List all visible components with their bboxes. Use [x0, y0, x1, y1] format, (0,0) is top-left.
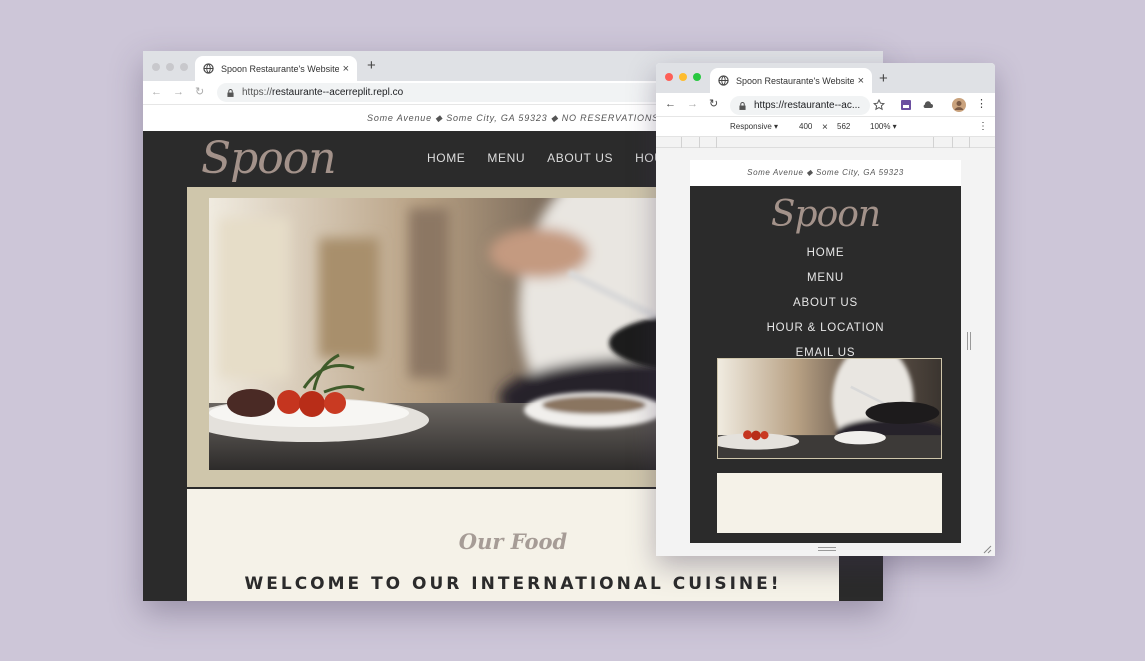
mobile-nav-home[interactable]: HOME [690, 241, 961, 266]
tab-strip: Spoon Restaurante's Website: × + [656, 63, 995, 93]
spoon-logo[interactable]: Spoon [201, 133, 337, 184]
minimize-window-button[interactable] [166, 63, 174, 71]
url-text: https://restaurante--ac... [754, 100, 861, 111]
bookmark-star-icon[interactable] [873, 99, 885, 111]
address-bar[interactable]: https://restaurante--ac... [730, 96, 870, 115]
back-icon[interactable]: ← [665, 98, 676, 110]
responsive-browser-window: Spoon Restaurante's Website: × + ← → ↻ h… [656, 63, 995, 556]
close-tab-icon[interactable]: × [858, 75, 864, 87]
mobile-website: Some Avenue ◆ Some City, GA 59323 Spoon … [690, 160, 961, 543]
reload-icon[interactable]: ↻ [195, 85, 204, 98]
browser-toolbar: ← → ↻ https://restaurante--ac... ⋮ [656, 93, 995, 117]
cloud-extension-icon[interactable] [922, 99, 934, 111]
url-host: restaurante--acerreplit.repl.co [272, 87, 404, 98]
mobile-nav-hour-location[interactable]: HOUR & LOCATION [690, 316, 961, 341]
forward-icon[interactable]: → [687, 98, 698, 110]
minimize-window-button[interactable] [679, 73, 687, 81]
viewport-width-input[interactable]: 400 [799, 122, 812, 131]
window-controls [152, 63, 188, 71]
reload-icon[interactable]: ↻ [709, 97, 718, 110]
nav-home[interactable]: HOME [427, 151, 465, 165]
mobile-navigation: HOME MENU ABOUT US HOUR & LOCATION EMAIL… [690, 241, 961, 366]
tab-title: Spoon Restaurante's Website: [221, 63, 339, 74]
lock-icon [739, 101, 746, 110]
browser-tab[interactable]: Spoon Restaurante's Website: × [195, 56, 357, 81]
forward-icon[interactable]: → [173, 86, 184, 98]
media-query-ruler[interactable] [656, 137, 995, 148]
mobile-nav-menu[interactable]: MENU [690, 266, 961, 291]
corner-resize-icon[interactable] [983, 545, 992, 554]
tab-title: Spoon Restaurante's Website: [736, 75, 854, 86]
globe-icon [203, 63, 214, 74]
maximize-window-button[interactable] [693, 73, 701, 81]
device-toolbar: Responsive ▾ 400 × 562 100% ▾ ⋮ [656, 117, 995, 137]
new-tab-button[interactable]: + [879, 70, 888, 87]
pdf-extension-icon[interactable] [900, 99, 912, 111]
globe-icon [718, 75, 729, 86]
back-icon[interactable]: ← [151, 86, 162, 98]
profile-avatar-icon[interactable] [952, 98, 966, 112]
dimension-separator: × [822, 122, 828, 133]
viewport-height-input[interactable]: 562 [837, 122, 850, 131]
spoon-logo[interactable]: Spoon [690, 194, 961, 235]
vertical-resize-handle[interactable] [967, 332, 971, 350]
browser-tab[interactable]: Spoon Restaurante's Website: × [710, 68, 872, 93]
window-controls [665, 73, 701, 81]
mobile-address-bar: Some Avenue ◆ Some City, GA 59323 [690, 160, 961, 186]
site-navigation: HOME MENU ABOUT US HOUR [427, 151, 673, 165]
close-window-button[interactable] [665, 73, 673, 81]
section-heading: WELCOME TO OUR INTERNATIONAL CUISINE! [244, 574, 782, 594]
mobile-nav-about-us[interactable]: ABOUT US [690, 291, 961, 316]
mobile-hero-image [717, 358, 942, 459]
more-menu-icon[interactable]: ⋮ [976, 97, 987, 110]
zoom-dropdown[interactable]: 100% ▾ [870, 122, 897, 131]
emulated-viewport: Some Avenue ◆ Some City, GA 59323 Spoon … [656, 148, 995, 556]
horizontal-resize-handle[interactable] [818, 547, 836, 551]
nav-menu[interactable]: MENU [487, 151, 525, 165]
lock-icon [227, 88, 234, 97]
close-tab-icon[interactable]: × [343, 63, 349, 75]
mobile-cream-section [717, 473, 942, 533]
new-tab-button[interactable]: + [367, 57, 376, 74]
maximize-window-button[interactable] [180, 63, 188, 71]
url-scheme: https:// [242, 87, 273, 98]
close-window-button[interactable] [152, 63, 160, 71]
device-mode-dropdown[interactable]: Responsive ▾ [730, 122, 778, 131]
nav-about-us[interactable]: ABOUT US [547, 151, 613, 165]
device-more-icon[interactable]: ⋮ [978, 121, 988, 132]
